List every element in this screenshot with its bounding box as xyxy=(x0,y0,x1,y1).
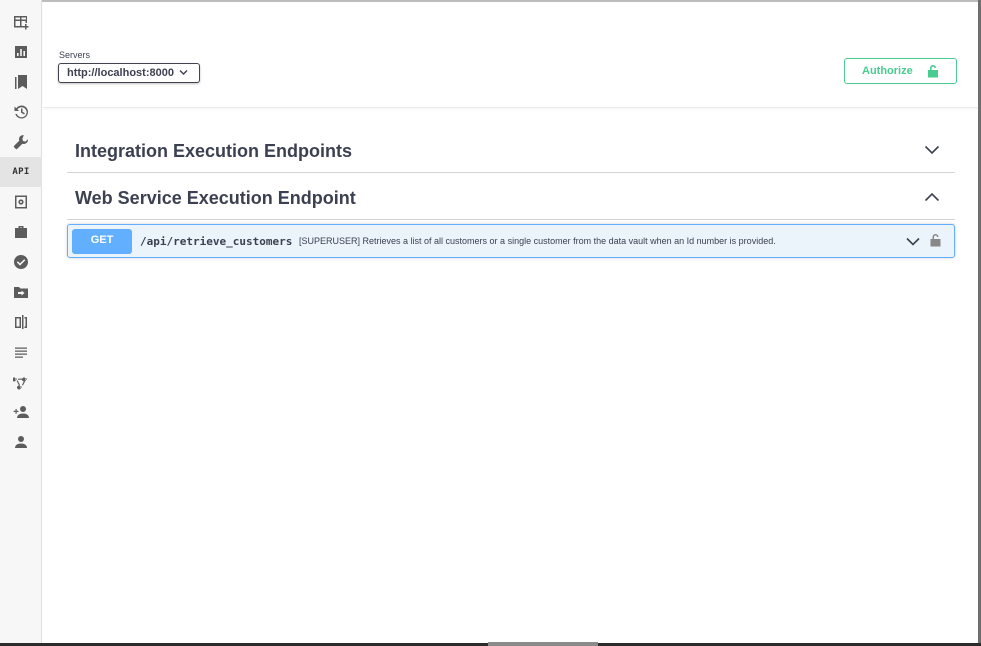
operation-summary: [SUPERUSER] Retrieves a list of all cust… xyxy=(299,236,776,246)
tag-title: Web Service Execution Endpoint xyxy=(75,188,356,208)
servers-select[interactable]: http://localhost:8000 xyxy=(58,63,200,83)
sidebar-item-portfolio[interactable] xyxy=(0,217,42,247)
briefcase-icon xyxy=(15,226,27,238)
chevron-down-icon[interactable] xyxy=(906,237,920,246)
tag-section-web-service[interactable]: Web Service Execution Endpoint xyxy=(67,174,955,220)
api-icon: API xyxy=(12,167,30,177)
lines-icon xyxy=(15,347,27,358)
left-sidebar: API xyxy=(0,0,42,643)
sidebar-item-history[interactable] xyxy=(0,97,42,127)
operation-get-retrieve-customers[interactable]: GET /api/retrieve_customers [SUPERUSER] … xyxy=(67,224,955,258)
sidebar-item-charts[interactable] xyxy=(0,37,42,67)
integration-nodes-icon xyxy=(13,377,27,390)
sidebar-item-add-user[interactable] xyxy=(0,397,42,427)
sidebar-item-approvals[interactable] xyxy=(0,247,42,277)
lock-icon[interactable] xyxy=(930,233,941,247)
sidebar-item-compare[interactable] xyxy=(0,307,42,337)
history-icon xyxy=(14,105,28,119)
folder-move-icon xyxy=(14,287,28,298)
sidebar-item-profile[interactable] xyxy=(0,427,42,457)
document-compare-icon xyxy=(15,315,27,329)
servers-label: Servers xyxy=(59,50,91,60)
bar-chart-icon xyxy=(15,46,27,58)
sidebar-item-logs[interactable] xyxy=(0,337,42,367)
scroll-indicator xyxy=(488,642,598,646)
tag-section-integration[interactable]: Integration Execution Endpoints xyxy=(67,127,955,173)
http-method-badge: GET xyxy=(72,229,132,254)
bookmarks-icon xyxy=(15,75,27,89)
chevron-down-icon[interactable] xyxy=(924,145,940,155)
authorize-label: Authorize xyxy=(862,65,913,77)
tag-title: Integration Execution Endpoints xyxy=(75,141,353,161)
servers-selected-value: http://localhost:8000 xyxy=(67,67,174,79)
chevron-down-icon xyxy=(179,70,188,75)
wrench-icon xyxy=(13,135,28,150)
table-add-icon xyxy=(14,16,29,30)
user-icon xyxy=(15,436,27,448)
add-user-icon xyxy=(13,406,29,418)
servers-bar: Servers http://localhost:8000 Authorize xyxy=(43,2,978,108)
operation-path: /api/retrieve_customers xyxy=(140,235,293,248)
sidebar-item-api[interactable]: API xyxy=(0,157,42,187)
sidebar-item-bookmarks[interactable] xyxy=(0,67,42,97)
check-circle-icon xyxy=(14,255,28,269)
sidebar-item-tools[interactable] xyxy=(0,127,42,157)
sidebar-item-table-add[interactable] xyxy=(0,7,42,37)
sidebar-item-integrations[interactable] xyxy=(0,367,42,397)
sidebar-item-vault[interactable] xyxy=(0,187,42,217)
lock-open-icon xyxy=(928,65,938,78)
authorize-button[interactable]: Authorize xyxy=(844,58,957,84)
vault-icon xyxy=(15,195,27,209)
sidebar-item-folder-move[interactable] xyxy=(0,277,42,307)
chevron-up-icon[interactable] xyxy=(924,192,940,202)
swagger-main: Servers http://localhost:8000 Authorize … xyxy=(43,2,978,643)
